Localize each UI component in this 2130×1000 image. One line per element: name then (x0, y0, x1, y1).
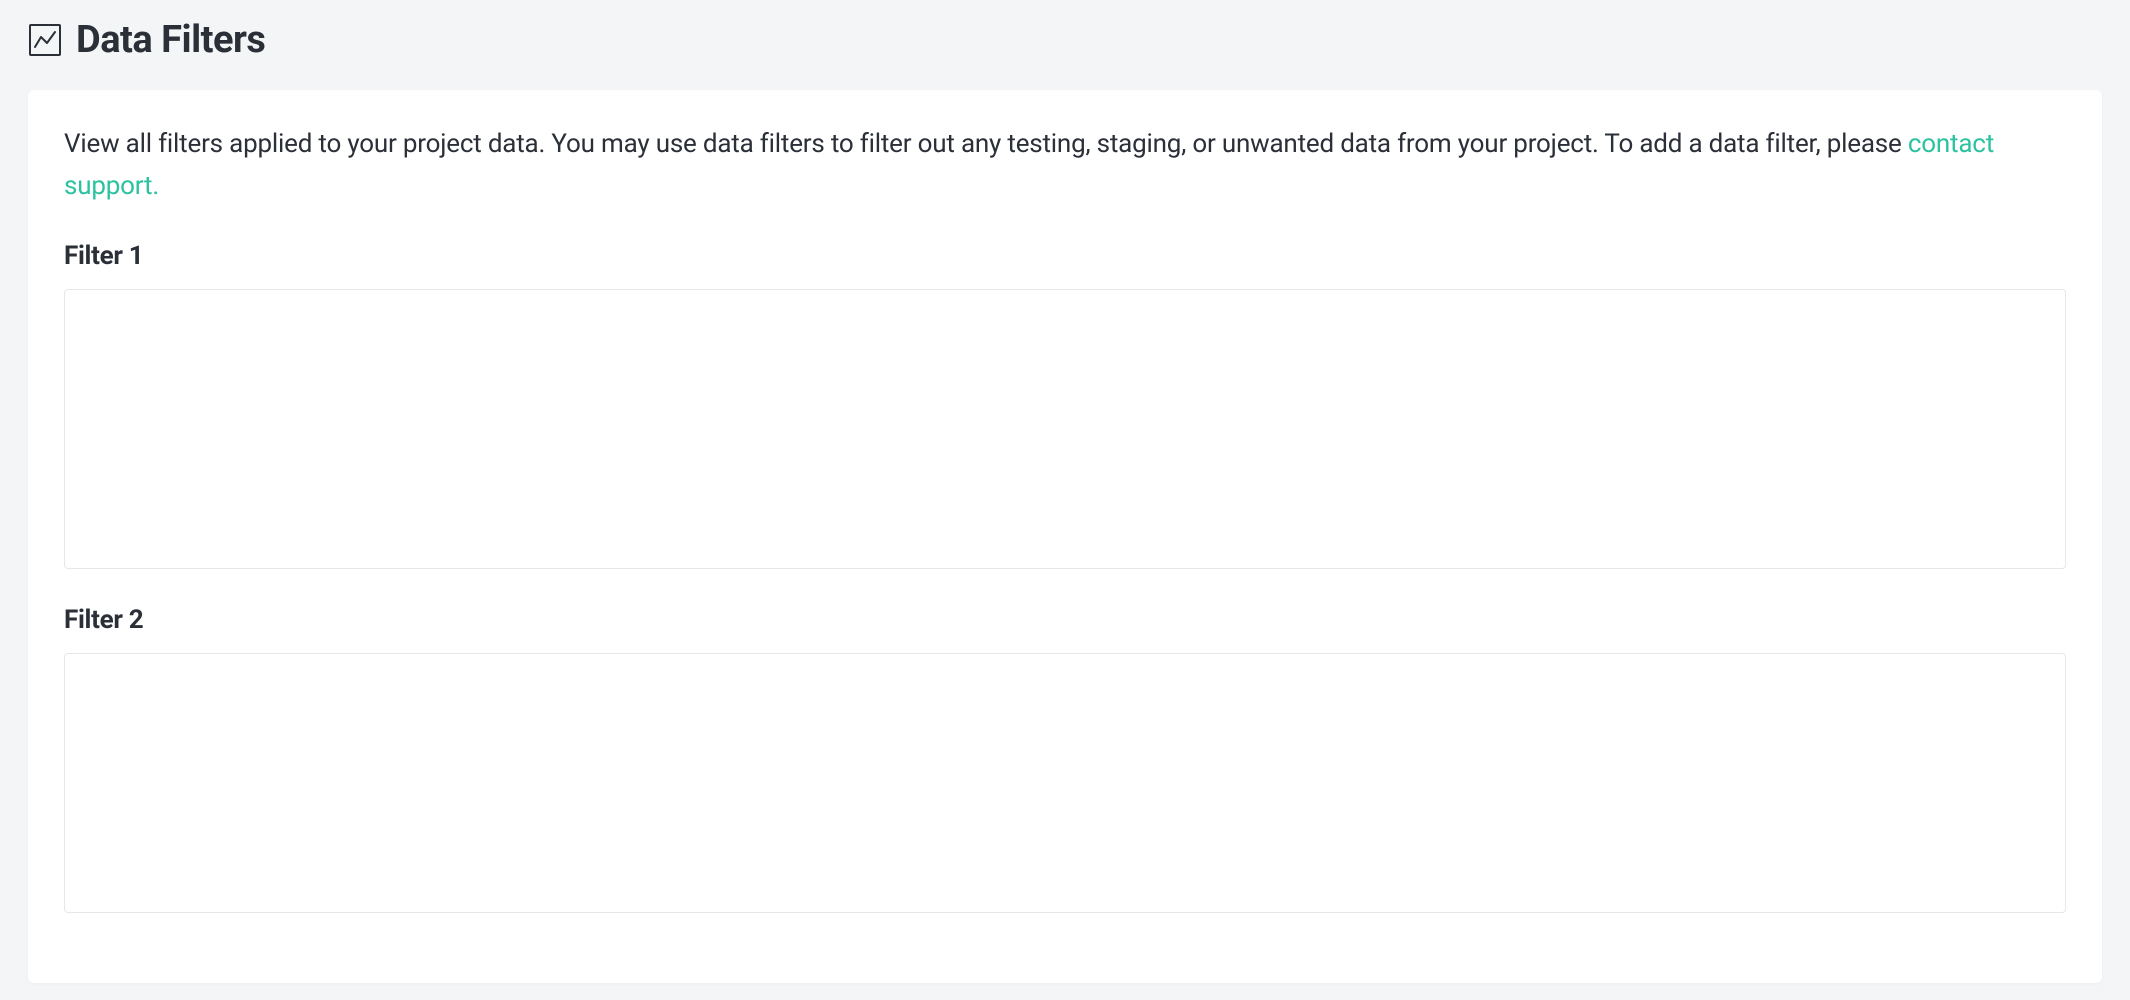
filter-label-2: Filter 2 (64, 605, 2066, 635)
filter-box-1 (64, 289, 2066, 569)
chart-line-icon (28, 23, 62, 57)
filter-section-1: Filter 1 (64, 241, 2066, 569)
content-card: View all filters applied to your project… (28, 90, 2102, 983)
page-header: Data Filters (28, 18, 2102, 62)
page-title: Data Filters (76, 18, 265, 62)
filter-box-2 (64, 653, 2066, 913)
filter-section-2: Filter 2 (64, 605, 2066, 913)
description-text: View all filters applied to your project… (64, 124, 2066, 207)
filter-label-1: Filter 1 (64, 241, 2066, 271)
page-container: Data Filters View all filters applied to… (0, 0, 2130, 983)
description-body: View all filters applied to your project… (64, 129, 1908, 159)
